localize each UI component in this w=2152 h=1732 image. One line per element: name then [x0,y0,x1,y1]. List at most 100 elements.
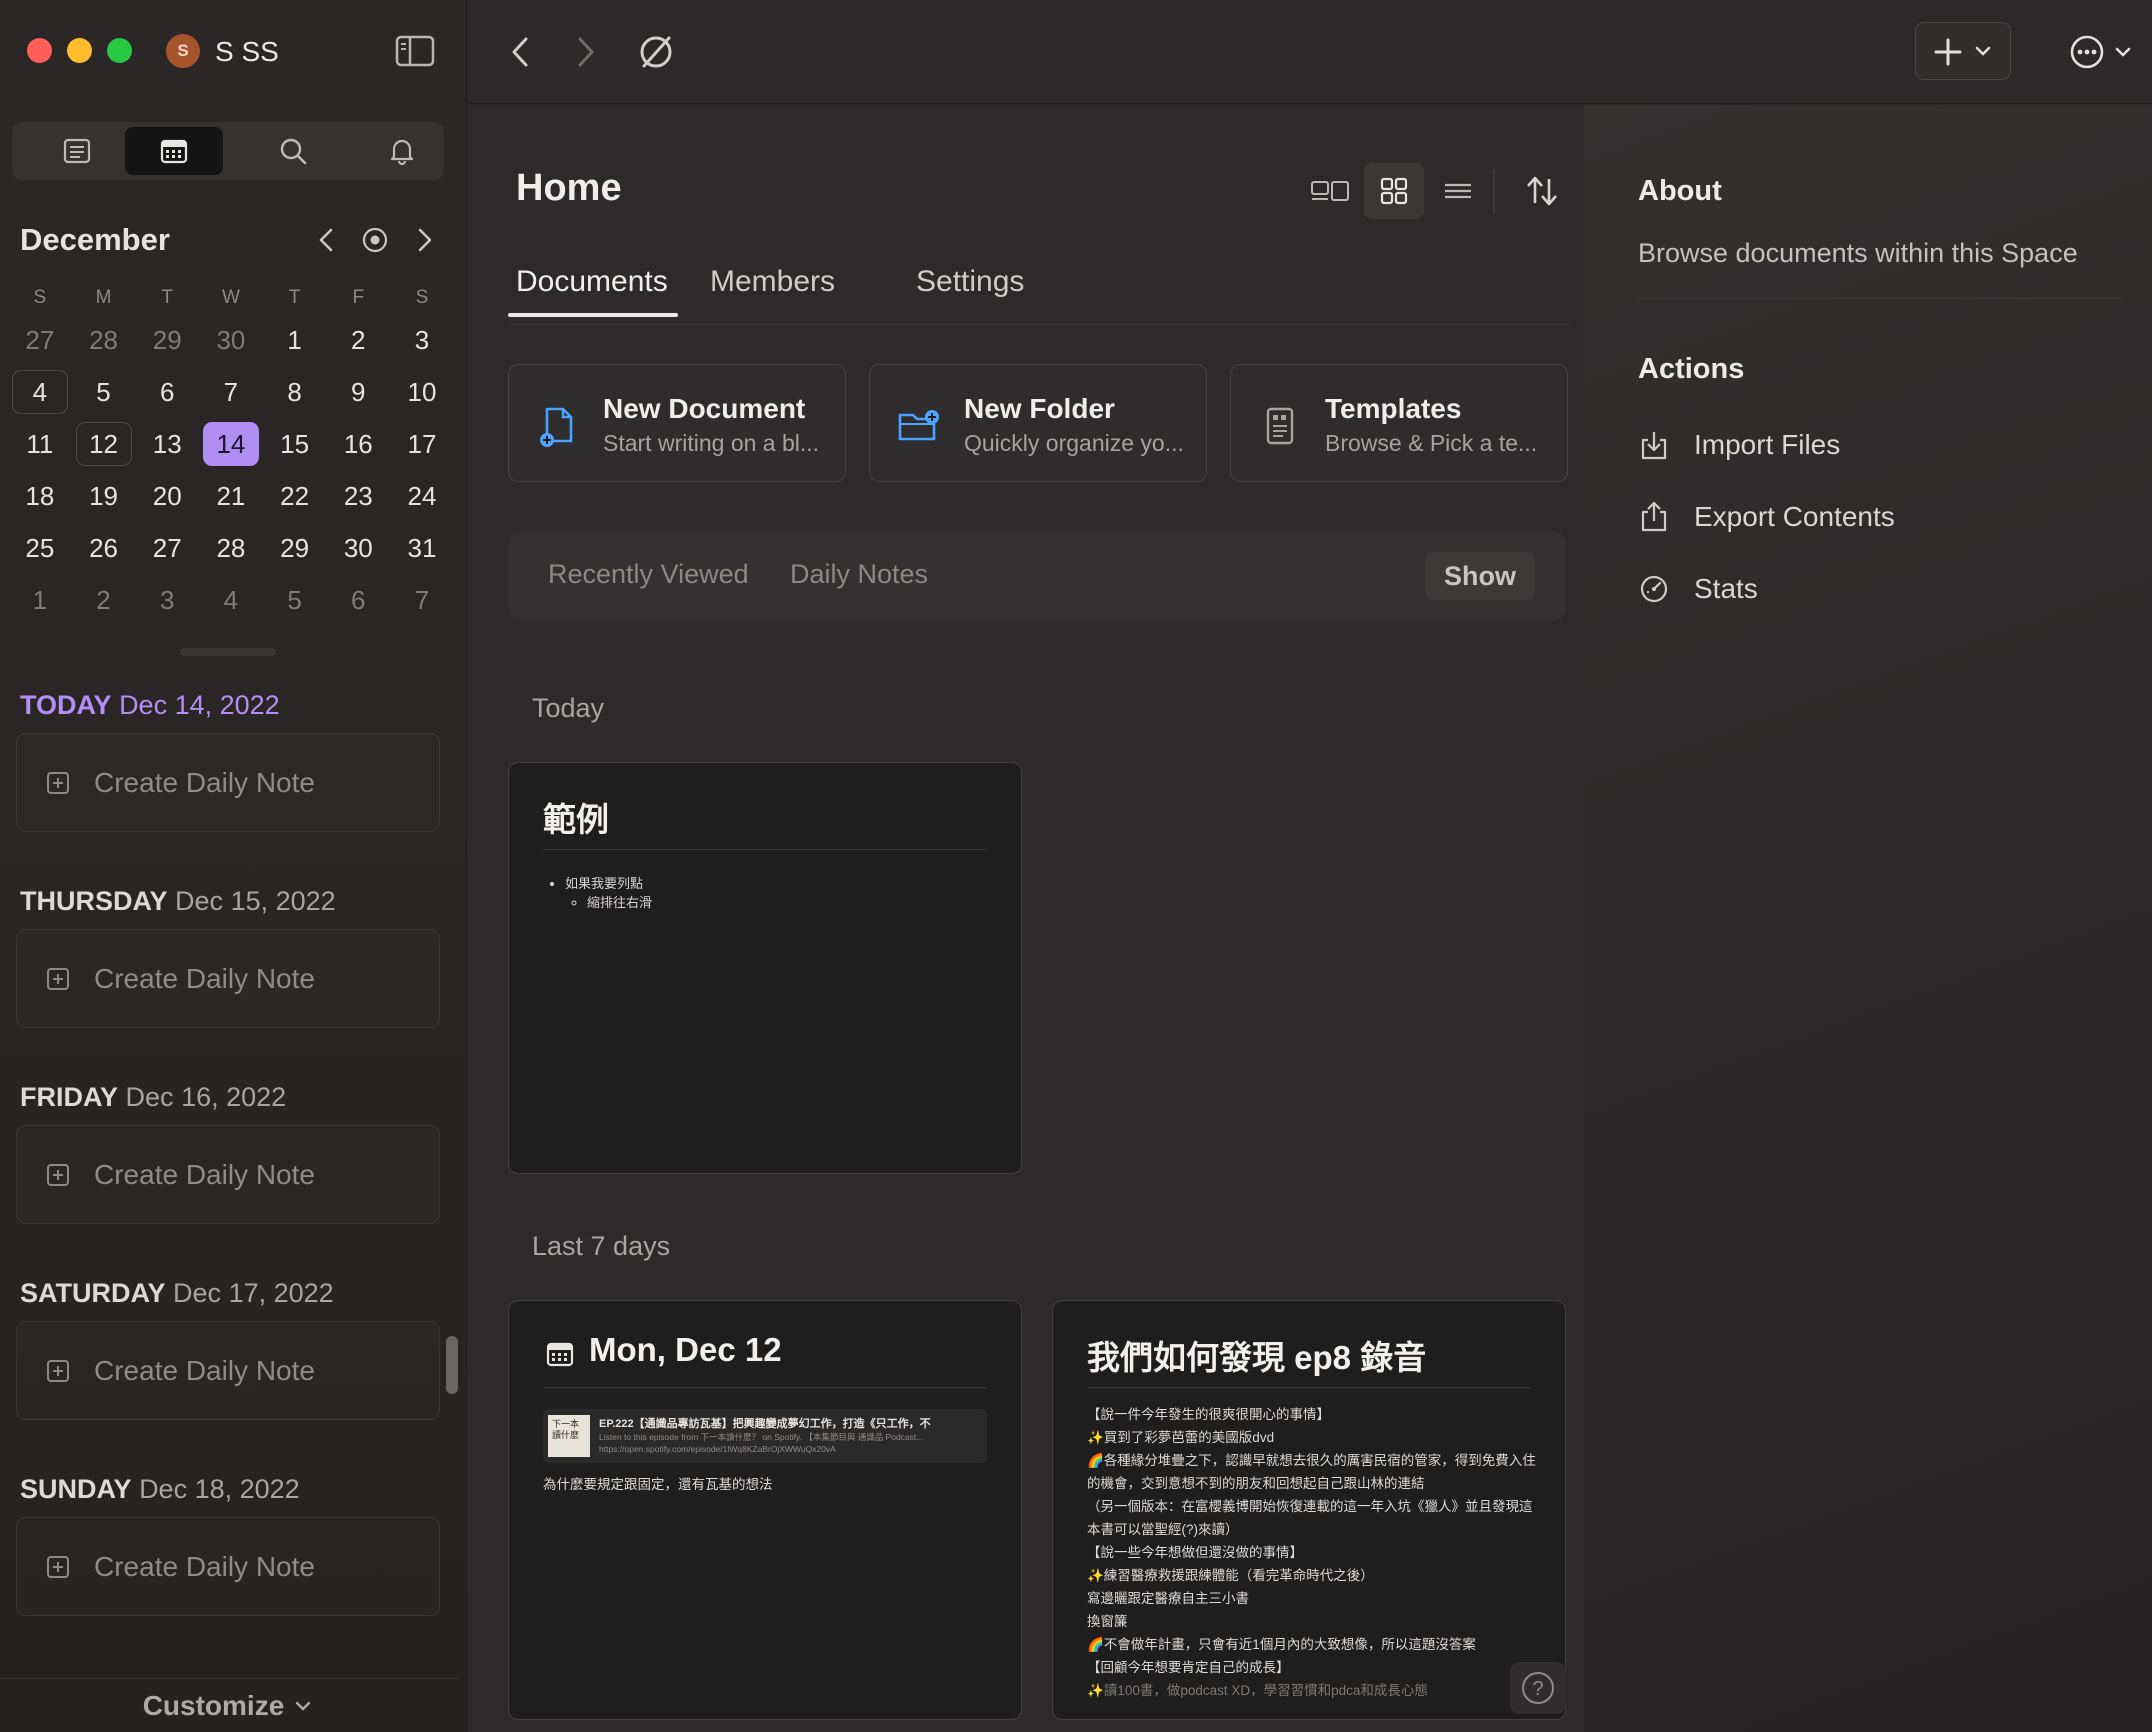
chevron-left-icon[interactable] [308,222,344,258]
calendar-day[interactable]: 12 [72,418,136,470]
sidebar-toggle-icon[interactable] [395,34,435,68]
window-close-button[interactable] [27,38,52,63]
calendar-day[interactable]: 30 [326,522,390,574]
tab-settings[interactable]: Settings [916,265,1024,299]
sidebar-scrollbar[interactable] [446,1336,458,1394]
calendar-day[interactable]: 16 [326,418,390,470]
calendar-day[interactable]: 19 [72,470,136,522]
tab-members[interactable]: Members [710,265,835,299]
calendar-day[interactable]: 3 [135,574,199,626]
calendar-day[interactable]: 15 [263,418,327,470]
calendar-day[interactable]: 2 [72,574,136,626]
calendar-day[interactable]: 5 [263,574,327,626]
calendar-day[interactable]: 28 [199,522,263,574]
chevron-right-icon[interactable] [407,222,443,258]
customize-button[interactable]: Customize [0,1678,457,1732]
tab-documents[interactable]: Documents [516,265,668,299]
daily-note-card[interactable]: Mon, Dec 12 下一本讀什麼 EP.222【通識品專訪瓦基】把興趣變成夢… [508,1300,1022,1720]
create-daily-note-button[interactable]: Create Daily Note [16,733,440,832]
help-icon: ? [1522,1672,1554,1704]
search-icon[interactable] [244,127,342,175]
window-minimize-button[interactable] [67,38,92,63]
more-options-icon[interactable] [2065,30,2141,74]
calendar-day[interactable]: 23 [326,470,390,522]
daily-notes-tab[interactable]: Daily Notes [790,559,928,590]
create-daily-note-button[interactable]: Create Daily Note [16,1321,440,1420]
plus-square-icon [47,1163,69,1186]
calendar-day[interactable]: 29 [135,314,199,366]
card-view-icon[interactable] [1300,163,1360,219]
calendar-day[interactable]: 13 [135,418,199,470]
workspace-name[interactable]: S SS [215,36,279,68]
calendar-day[interactable]: 10 [390,366,454,418]
calendar-day[interactable]: 6 [326,574,390,626]
calendar-day[interactable]: 9 [326,366,390,418]
template-icon [1257,403,1303,449]
show-button[interactable]: Show [1425,552,1535,600]
window-maximize-button[interactable] [107,38,132,63]
list-view-icon[interactable] [1428,163,1488,219]
new-item-menu-button[interactable] [1915,22,2011,80]
calendar-day[interactable]: 29 [263,522,327,574]
calendar-day[interactable]: 14 [199,418,263,470]
calendar-day[interactable]: 7 [390,574,454,626]
document-card[interactable]: 我們如何發現 ep8 錄音 【說一件今年發生的很爽很開心的事情】 ✨買到了彩夢芭蕾… [1052,1300,1566,1720]
new-document-card[interactable]: New Document Start writing on a bl... [508,364,846,482]
calendar-day[interactable]: 6 [135,366,199,418]
calendar-day[interactable]: 1 [8,574,72,626]
sync-off-icon[interactable] [634,30,678,74]
daily-note-title: Mon, Dec 12 [589,1331,782,1368]
calendar-resize-handle[interactable] [180,648,276,656]
calendar-day-number: 7 [223,376,239,407]
calendar-day[interactable]: 2 [326,314,390,366]
calendar-day[interactable]: 22 [263,470,327,522]
create-daily-note-label: Create Daily Note [94,766,315,798]
calendar-day[interactable]: 3 [390,314,454,366]
calendar-day[interactable]: 24 [390,470,454,522]
calendar-day[interactable]: 30 [199,314,263,366]
new-folder-card[interactable]: New Folder Quickly organize yo... [869,364,1207,482]
import-files-button[interactable]: Import Files [1638,423,1840,467]
documents-view-icon[interactable] [28,127,126,175]
calendar-day-number: 4 [11,370,68,414]
calendar-day[interactable]: 7 [199,366,263,418]
calendar-day[interactable]: 28 [72,314,136,366]
calendar-view-icon[interactable] [125,127,223,175]
create-daily-note-button[interactable]: Create Daily Note [16,929,440,1028]
create-daily-note-button[interactable]: Create Daily Note [16,1517,440,1616]
help-button[interactable]: ? [1510,1662,1566,1714]
link-embed[interactable]: 下一本讀什麼 EP.222【通識品專訪瓦基】把興趣變成夢幻工作，打造《只工作，不… [543,1409,987,1463]
gauge-icon [1640,575,1668,603]
calendar-day[interactable]: 11 [8,418,72,470]
calendar-day[interactable]: 17 [390,418,454,470]
document-card[interactable]: 範例 如果我要列點 縮排往右滑 [508,762,1022,1174]
calendar-day-number: 20 [152,480,182,511]
forward-arrow-icon[interactable] [564,30,608,74]
calendar-day[interactable]: 4 [8,366,72,418]
sort-icon[interactable] [1512,163,1572,219]
bell-icon[interactable] [353,127,451,175]
calendar-day[interactable]: 1 [263,314,327,366]
templates-card[interactable]: Templates Browse & Pick a te... [1230,364,1568,482]
calendar-day[interactable]: 4 [199,574,263,626]
create-daily-note-button[interactable]: Create Daily Note [16,1125,440,1224]
calendar-day[interactable]: 27 [8,314,72,366]
avatar[interactable]: S [166,34,200,68]
calendar-day[interactable]: 8 [263,366,327,418]
calendar-day[interactable]: 25 [8,522,72,574]
export-contents-button[interactable]: Export Contents [1638,495,1895,539]
stats-button[interactable]: Stats [1638,567,1758,611]
calendar-day[interactable]: 21 [199,470,263,522]
grid-view-icon[interactable] [1364,163,1424,219]
today-target-icon[interactable] [357,222,393,258]
calendar-day[interactable]: 20 [135,470,199,522]
calendar-day[interactable]: 31 [390,522,454,574]
calendar-day[interactable]: 26 [72,522,136,574]
calendar-day[interactable]: 18 [8,470,72,522]
calendar-day[interactable]: 5 [72,366,136,418]
calendar-day[interactable]: 27 [135,522,199,574]
sidebar: S S SS December S M T W T F S 27 28 29 30 1 2 3 4 5 6 7 8 9… [0,0,467,1732]
new-document-icon [535,403,581,449]
back-arrow-icon[interactable] [498,30,542,74]
recently-viewed-tab[interactable]: Recently Viewed [548,559,749,590]
